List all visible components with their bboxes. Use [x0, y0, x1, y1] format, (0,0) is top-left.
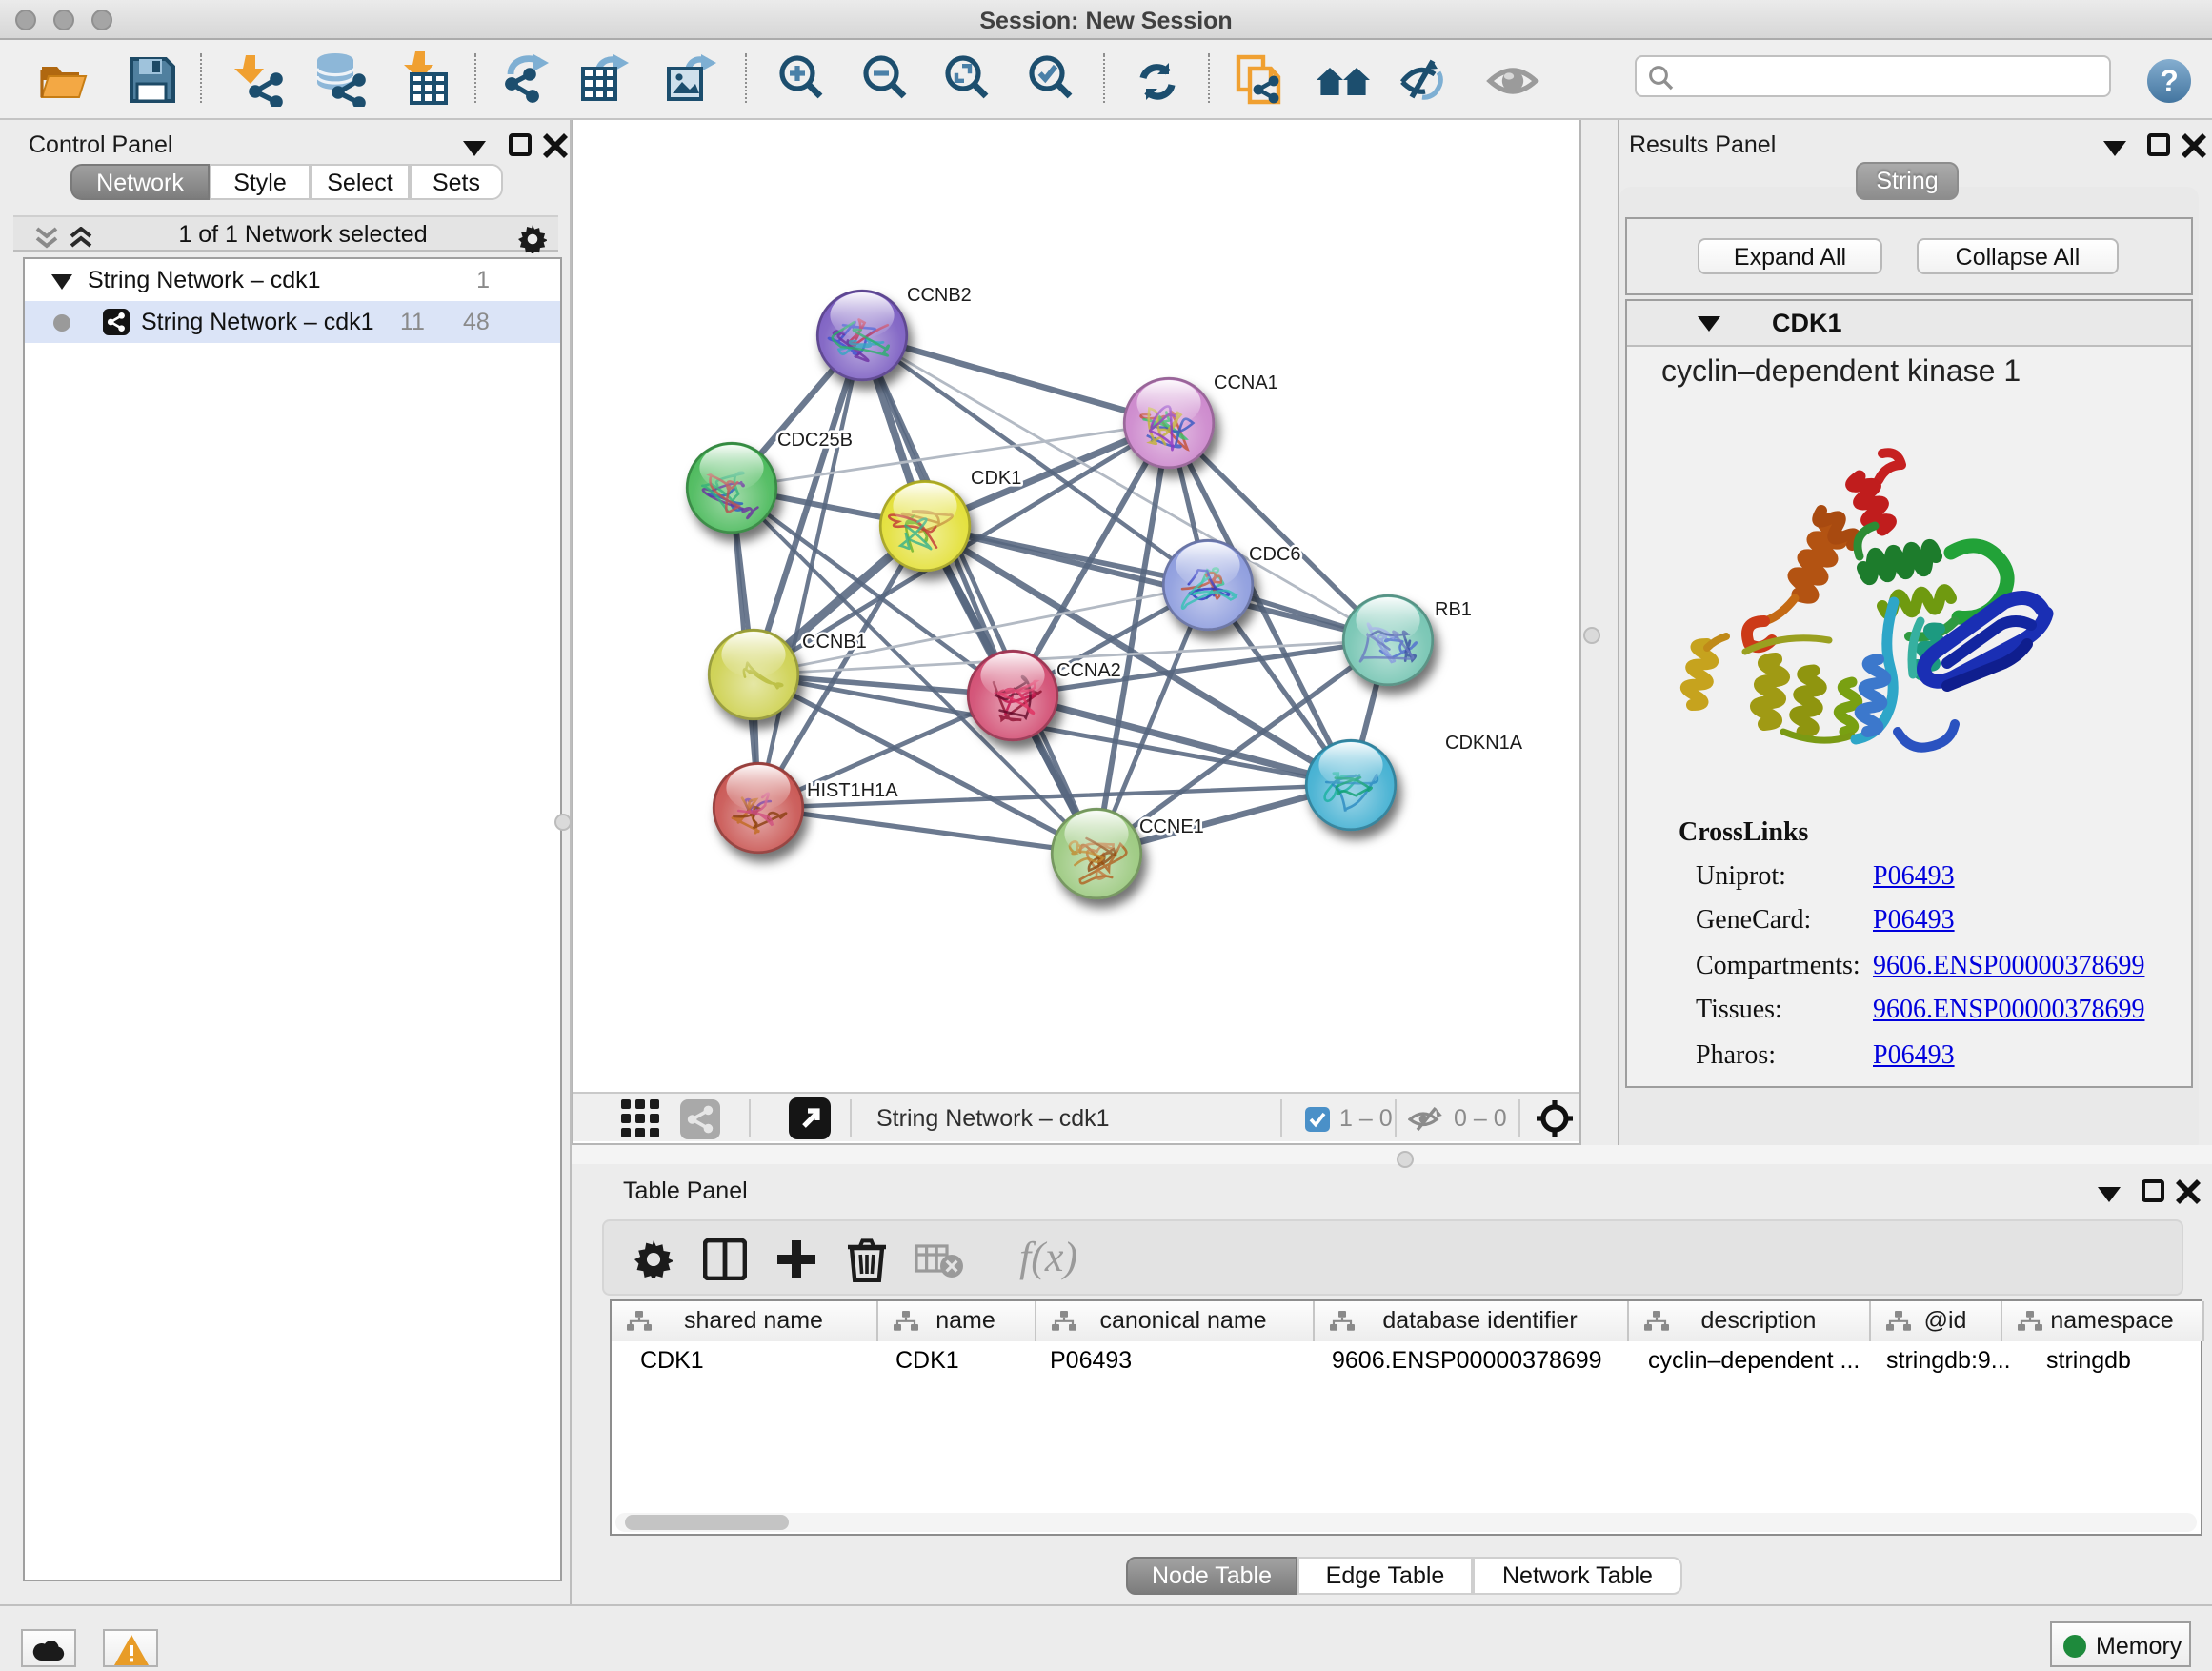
svg-text:CDKN1A: CDKN1A — [1445, 733, 1523, 754]
svg-text:?: ? — [2160, 64, 2179, 98]
svg-text:CCNB1: CCNB1 — [802, 632, 867, 653]
svg-text:CCNA2: CCNA2 — [1056, 660, 1121, 681]
svg-text:CCNA1: CCNA1 — [1214, 372, 1278, 393]
svg-text:CDC25B: CDC25B — [777, 430, 853, 451]
svg-text:CCNB2: CCNB2 — [907, 285, 972, 306]
svg-text:CCNE1: CCNE1 — [1139, 816, 1204, 837]
svg-text:RB1: RB1 — [1435, 599, 1472, 620]
svg-text:HIST1H1A: HIST1H1A — [807, 780, 898, 801]
svg-text:CDC6: CDC6 — [1249, 544, 1300, 565]
svg-text:CDK1: CDK1 — [971, 468, 1021, 489]
